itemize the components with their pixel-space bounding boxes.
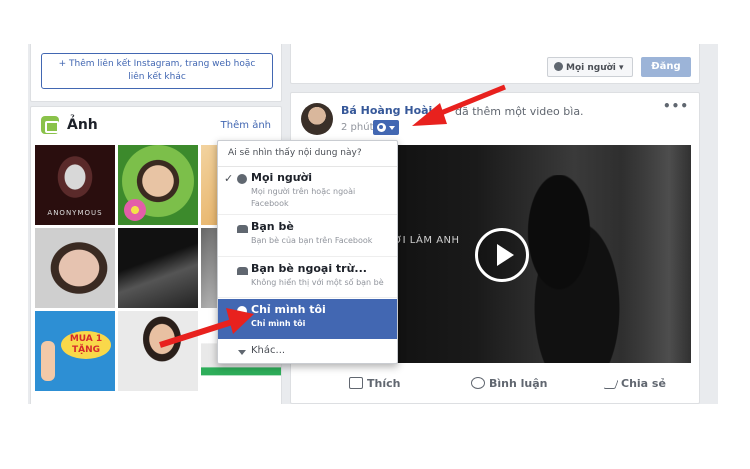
- photo-tile[interactable]: [118, 228, 198, 308]
- flower-decoration: [124, 199, 146, 221]
- globe-icon: [554, 62, 563, 71]
- option-title: Chỉ mình tôi: [251, 303, 326, 316]
- post-button[interactable]: Đăng: [641, 57, 691, 77]
- audience-option-public[interactable]: ✓ Mọi người Mọi người trên hoặc ngoài Fa…: [218, 167, 397, 215]
- video-light: [621, 145, 691, 363]
- chevron-down-icon: ▾: [619, 63, 624, 73]
- option-title: Khác...: [251, 345, 286, 356]
- audience-selector-button[interactable]: [373, 120, 399, 135]
- play-button-icon[interactable]: [475, 228, 529, 282]
- cartoon-figure: [41, 341, 55, 381]
- photos-title: Ảnh: [67, 117, 98, 133]
- plus-icon: +: [58, 59, 70, 69]
- more-options-icon[interactable]: •••: [663, 99, 689, 113]
- promo-label: MUA 1 TẶNG: [61, 331, 111, 359]
- like-label: Thích: [367, 377, 401, 390]
- photo-tile[interactable]: [35, 228, 115, 308]
- audience-option-more[interactable]: Khác...: [218, 340, 397, 364]
- add-link-label: Thêm liên kết Instagram, trang web hoặc …: [69, 59, 256, 82]
- video-silhouette: [511, 175, 631, 363]
- option-title: Bạn bè: [251, 220, 294, 233]
- friends-icon: [237, 225, 248, 233]
- photo-tile[interactable]: [118, 145, 198, 225]
- option-description: Không hiển thị với một số bạn bè: [251, 278, 384, 287]
- audience-menu-header: Ai sẽ nhìn thấy nội dung này?: [218, 141, 397, 167]
- post-actions: Thích Bình luận Chia sẻ: [301, 371, 691, 399]
- add-photo-link[interactable]: Thêm ảnh: [221, 120, 271, 131]
- privacy-selector[interactable]: Mọi người ▾: [547, 57, 633, 77]
- option-description: Bạn bè của bạn trên Facebook: [251, 236, 373, 245]
- option-title: Mọi người: [251, 171, 312, 184]
- audience-option-friends-except[interactable]: Bạn bè ngoại trừ... Không hiển thị với m…: [218, 258, 397, 298]
- lock-icon: [237, 306, 247, 316]
- comment-button[interactable]: Bình luận: [471, 377, 548, 390]
- photos-icon: [41, 116, 59, 134]
- comment-label: Bình luận: [489, 377, 548, 390]
- chevron-down-icon: [238, 350, 246, 355]
- post-time[interactable]: 2 phút: [341, 122, 374, 133]
- option-description: Chỉ mình tôi: [251, 319, 306, 328]
- add-link-button[interactable]: + Thêm liên kết Instagram, trang web hoặ…: [41, 53, 273, 89]
- globe-icon: [237, 174, 247, 184]
- audience-option-friends[interactable]: Bạn bè Bạn bè của bạn trên Facebook: [218, 216, 397, 257]
- comment-icon: [471, 377, 485, 389]
- share-icon: [603, 380, 619, 389]
- option-description: Mọi người trên hoặc ngoài Facebook: [251, 187, 356, 208]
- video-overlay-text: ỜI LÀM ANH: [393, 235, 460, 246]
- photo-caption: ANONYMOUS: [47, 209, 103, 217]
- privacy-label: Mọi người: [566, 63, 616, 73]
- intro-card: + Thêm liên kết Instagram, trang web hoặ…: [30, 44, 282, 102]
- post-author[interactable]: Bá Hoàng Hoài: [341, 104, 432, 117]
- option-title: Bạn bè ngoại trừ...: [251, 262, 367, 275]
- avatar[interactable]: [301, 103, 333, 135]
- photo-tile[interactable]: ANONYMOUS: [35, 145, 115, 225]
- thumbs-up-icon: [349, 377, 363, 389]
- chevron-down-icon: [389, 126, 395, 130]
- composer-bar: Mọi người ▾ Đăng: [290, 44, 700, 84]
- post-action-text: đã thêm một video bìa.: [455, 105, 584, 118]
- photo-tile[interactable]: [118, 311, 198, 391]
- share-button[interactable]: Chia sẻ: [603, 377, 666, 390]
- audience-menu: Ai sẽ nhìn thấy nội dung này? ✓ Mọi ngườ…: [217, 140, 398, 364]
- share-label: Chia sẻ: [621, 377, 666, 390]
- check-icon: ✓: [224, 172, 234, 185]
- like-button[interactable]: Thích: [349, 377, 400, 390]
- photo-tile[interactable]: MUA 1 TẶNG: [35, 311, 115, 391]
- globe-icon: [377, 123, 386, 132]
- friends-except-icon: [237, 267, 248, 275]
- audience-option-only-me[interactable]: Chỉ mình tôi Chỉ mình tôi: [218, 299, 397, 339]
